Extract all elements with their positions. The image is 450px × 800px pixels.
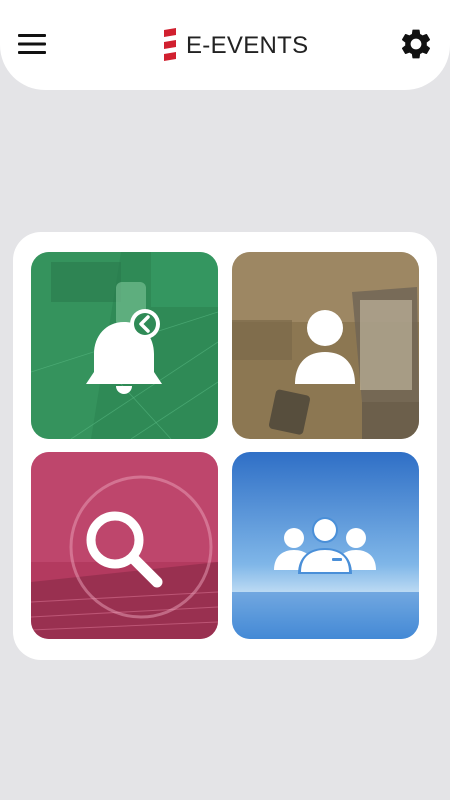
hamburger-menu-icon [18, 34, 46, 54]
menu-panel [13, 232, 437, 660]
notifications-tile[interactable] [31, 252, 218, 439]
settings-button[interactable] [398, 26, 434, 62]
user-icon [295, 310, 355, 384]
group-icon [274, 517, 376, 574]
brand: E-EVENTS [160, 28, 308, 64]
app-title: E-EVENTS [186, 32, 309, 59]
logo-icon [164, 28, 176, 61]
menu-button[interactable] [16, 30, 48, 58]
gear-icon [401, 29, 431, 59]
bell-back-icon [86, 309, 162, 394]
community-tile[interactable] [232, 452, 419, 639]
app-header: E-EVENTS [0, 0, 450, 90]
profile-tile[interactable] [232, 252, 419, 439]
magnifier-icon [86, 511, 163, 588]
search-tile[interactable] [31, 452, 218, 639]
